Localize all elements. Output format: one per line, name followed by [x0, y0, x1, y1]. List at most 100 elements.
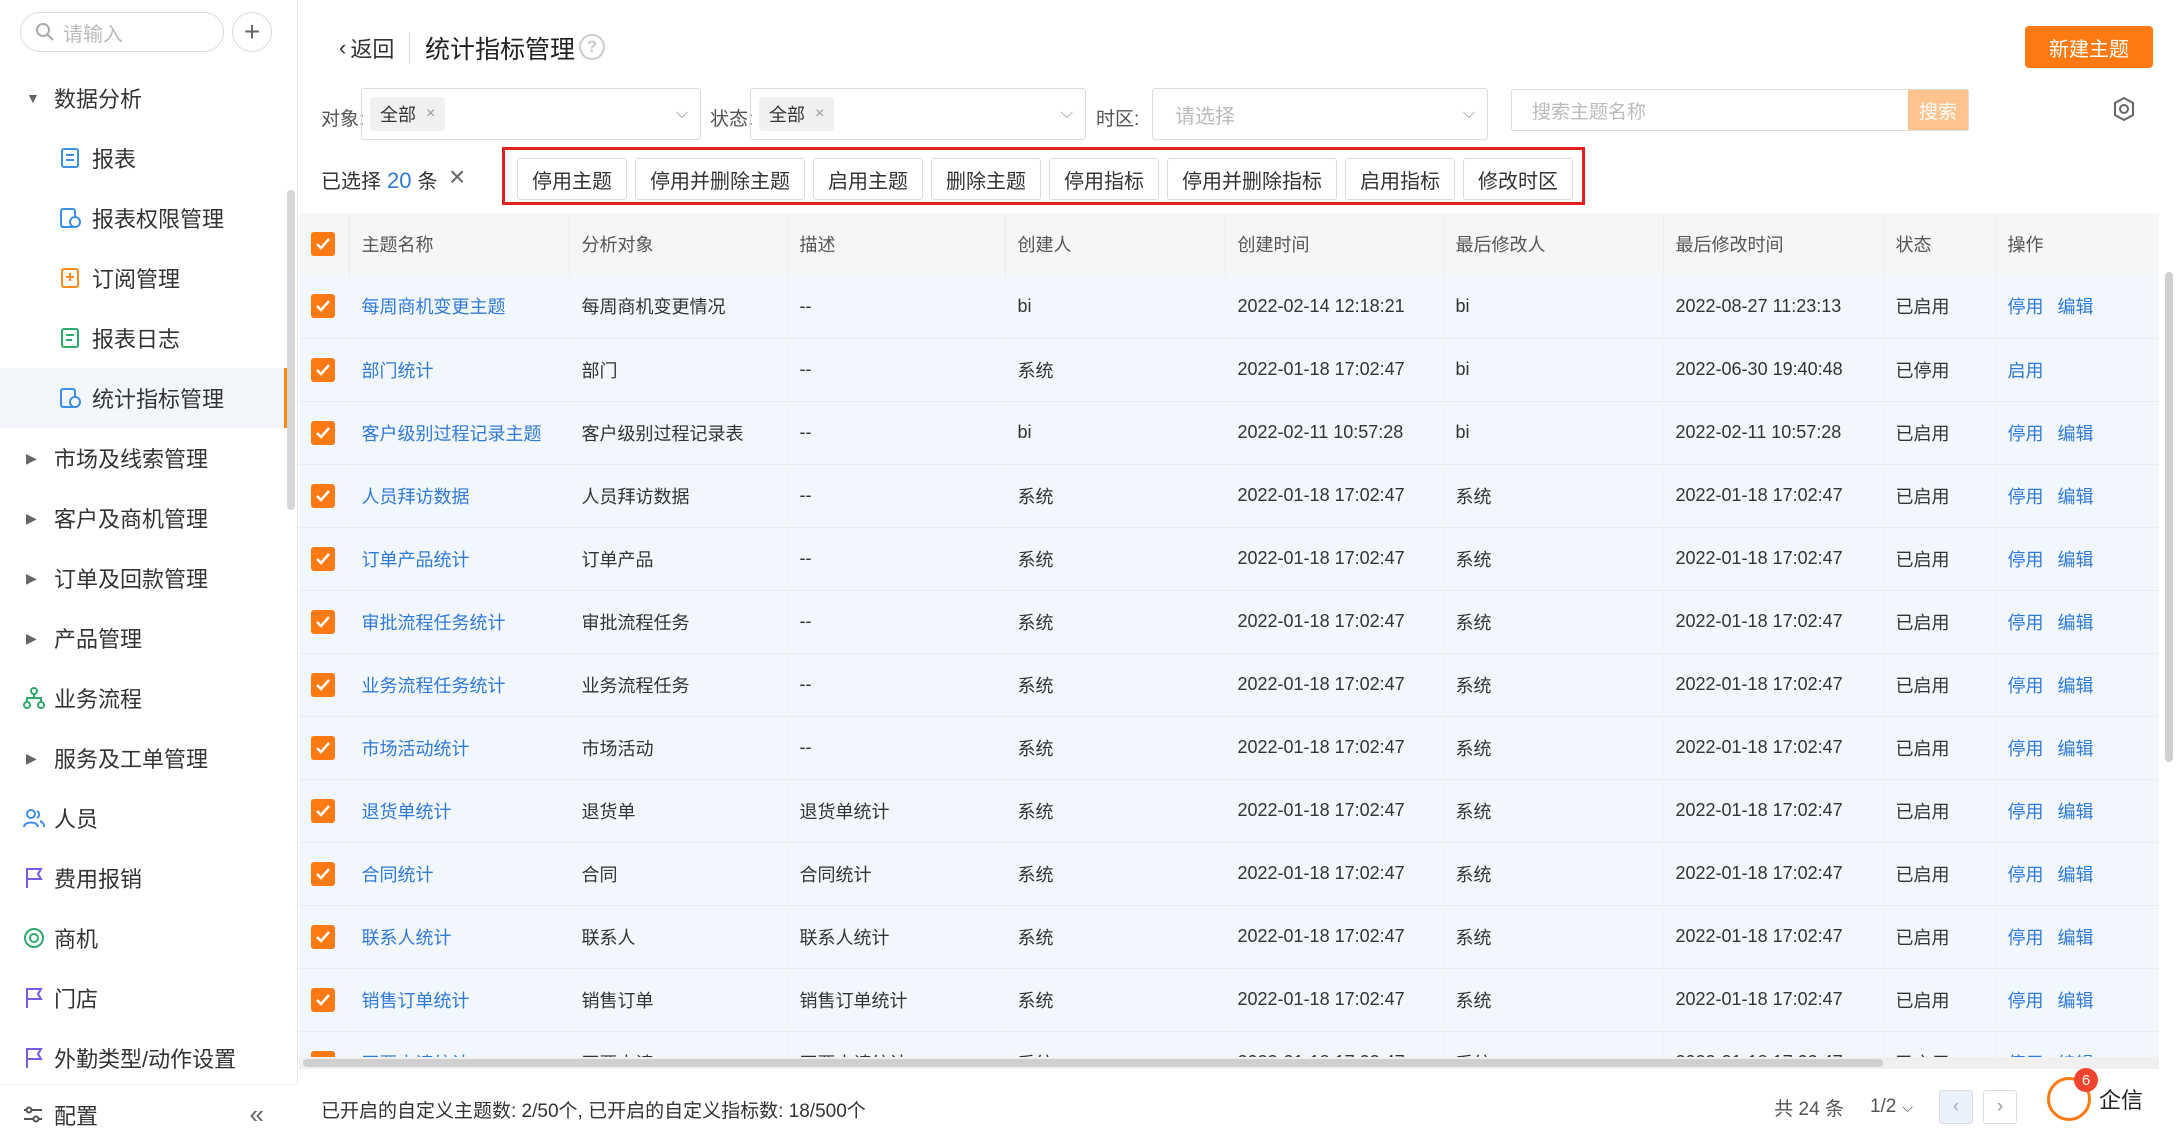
sidebar-item-expense[interactable]: 费用报销 — [0, 848, 288, 908]
help-icon[interactable]: ? — [579, 34, 605, 60]
row-toggle-status-link[interactable]: 停用 — [2008, 991, 2044, 1011]
vertical-scrollbar[interactable] — [2165, 272, 2173, 762]
table-row[interactable]: 退货单统计 退货单 退货单统计 系统 2022-01-18 17:02:47 系统 2022… — [299, 779, 2159, 843]
table-row[interactable]: 部门统计 部门 -- 系统 2022-01-18 17:02:47 bi 2022-06-3… — [299, 338, 2159, 402]
column-header[interactable]: 状态 — [1883, 213, 1996, 275]
theme-name-link[interactable]: 合同统计 — [349, 842, 570, 906]
row-checkbox[interactable] — [311, 798, 335, 823]
back-button[interactable]: ‹ 返回 — [339, 32, 394, 64]
config-button[interactable]: 配置 — [22, 1099, 98, 1131]
disable-theme-button[interactable]: 停用主题 — [517, 158, 627, 200]
theme-name-link[interactable]: 开票申请统计 — [349, 1031, 570, 1058]
sidebar-item-market-leads[interactable]: ▶ 市场及线索管理 — [0, 428, 288, 488]
row-edit-link[interactable]: 编辑 — [2058, 928, 2094, 948]
row-select-cell[interactable] — [299, 842, 350, 906]
row-checkbox[interactable] — [311, 546, 335, 571]
row-checkbox[interactable] — [311, 861, 335, 886]
remove-tag-icon[interactable]: × — [815, 105, 824, 123]
theme-name-link[interactable]: 客户级别过程记录主题 — [349, 401, 570, 465]
row-toggle-status-link[interactable]: 停用 — [2008, 928, 2044, 948]
row-select-cell[interactable] — [299, 1031, 350, 1058]
table-row[interactable]: 市场活动统计 市场活动 -- 系统 2022-01-18 17:02:47 系统 2022-… — [299, 716, 2159, 780]
row-toggle-status-link[interactable]: 停用 — [2008, 865, 2044, 885]
theme-name-link[interactable]: 每周商机变更主题 — [349, 275, 570, 339]
sidebar-item-report-permission[interactable]: 报表权限管理 — [0, 188, 288, 248]
sidebar-item-opportunity[interactable]: 商机 — [0, 908, 288, 968]
row-edit-link[interactable]: 编辑 — [2058, 991, 2094, 1011]
column-header[interactable]: 创建时间 — [1225, 213, 1444, 275]
row-toggle-status-link[interactable]: 停用 — [2008, 297, 2044, 317]
theme-name-link[interactable]: 业务流程任务统计 — [349, 653, 570, 717]
theme-name-link[interactable]: 销售订单统计 — [349, 968, 570, 1032]
row-toggle-status-link[interactable]: 停用 — [2008, 550, 2044, 570]
clear-selection-icon[interactable]: × — [449, 161, 465, 193]
object-filter-select[interactable]: 全部 × ⌵ — [361, 88, 701, 140]
sidebar-item-subscription[interactable]: 订阅管理 — [0, 248, 288, 308]
table-row[interactable]: 销售订单统计 销售订单 销售订单统计 系统 2022-01-18 17:02:47 系统 2… — [299, 968, 2159, 1032]
page-select[interactable]: 1/2 ⌵ — [1870, 1096, 1913, 1118]
status-filter-select[interactable]: 全部 × ⌵ — [750, 88, 1086, 140]
row-edit-link[interactable]: 编辑 — [2058, 739, 2094, 759]
collapse-sidebar-icon[interactable]: « — [250, 1099, 264, 1130]
row-edit-link[interactable]: 编辑 — [2058, 676, 2094, 696]
new-theme-button[interactable]: 新建主题 — [2025, 26, 2153, 68]
disable-delete-theme-button[interactable]: 停用并删除主题 — [635, 158, 805, 200]
chat-widget[interactable]: 6 企信 — [2047, 1062, 2177, 1136]
theme-search-input[interactable]: 搜索主题名称 搜索 — [1511, 89, 1969, 131]
sidebar-item-report-log[interactable]: 报表日志 — [0, 308, 288, 368]
row-checkbox[interactable] — [311, 357, 335, 382]
row-toggle-status-link[interactable]: 停用 — [2008, 613, 2044, 633]
remove-tag-icon[interactable]: × — [426, 105, 435, 123]
settings-icon[interactable] — [2111, 96, 2137, 127]
column-header[interactable]: 操作 — [1995, 213, 2159, 275]
row-edit-link[interactable]: 编辑 — [2058, 550, 2094, 570]
theme-name-link[interactable]: 审批流程任务统计 — [349, 590, 570, 654]
row-checkbox[interactable] — [311, 924, 335, 949]
delete-theme-button[interactable]: 删除主题 — [931, 158, 1041, 200]
row-edit-link[interactable]: 编辑 — [2058, 297, 2094, 317]
sidebar-item-data-analysis[interactable]: ▼ 数据分析 — [0, 68, 288, 128]
sidebar-item-service-ticket[interactable]: ▶ 服务及工单管理 — [0, 728, 288, 788]
add-button[interactable]: + — [232, 12, 272, 52]
select-all-cell[interactable] — [299, 213, 350, 275]
row-select-cell[interactable] — [299, 716, 350, 780]
table-row[interactable]: 订单产品统计 订单产品 -- 系统 2022-01-18 17:02:47 系统 2022-… — [299, 527, 2159, 591]
row-toggle-status-link[interactable]: 启用 — [2008, 361, 2044, 381]
row-select-cell[interactable] — [299, 401, 350, 465]
sidebar-item-field-type[interactable]: 外勤类型/动作设置 — [0, 1028, 288, 1088]
theme-name-link[interactable]: 市场活动统计 — [349, 716, 570, 780]
row-checkbox[interactable] — [311, 294, 335, 319]
table-row[interactable]: 业务流程任务统计 业务流程任务 -- 系统 2022-01-18 17:02:47 系统 2… — [299, 653, 2159, 717]
disable-metric-button[interactable]: 停用指标 — [1049, 158, 1159, 200]
row-checkbox[interactable] — [311, 420, 335, 445]
select-all-checkbox[interactable] — [311, 232, 335, 256]
next-page-button[interactable]: › — [1983, 1090, 2017, 1124]
row-toggle-status-link[interactable]: 停用 — [2008, 487, 2044, 507]
sidebar-item-people[interactable]: 人员 — [0, 788, 288, 848]
prev-page-button[interactable]: ‹ — [1939, 1090, 1973, 1124]
row-checkbox[interactable] — [311, 735, 335, 760]
row-select-cell[interactable] — [299, 590, 350, 654]
table-row[interactable]: 每周商机变更主题 每周商机变更情况 -- bi 2022-02-14 12:18:21 b… — [299, 275, 2159, 339]
table-row[interactable]: 联系人统计 联系人 联系人统计 系统 2022-01-18 17:02:47 系统 2022… — [299, 905, 2159, 969]
row-toggle-status-link[interactable]: 停用 — [2008, 739, 2044, 759]
column-header[interactable]: 创建人 — [1005, 213, 1226, 275]
row-select-cell[interactable] — [299, 905, 350, 969]
row-toggle-status-link[interactable]: 停用 — [2008, 676, 2044, 696]
row-edit-link[interactable]: 编辑 — [2058, 487, 2094, 507]
sidebar-item-customer-opportunity[interactable]: ▶ 客户及商机管理 — [0, 488, 288, 548]
sidebar-item-workflow[interactable]: 业务流程 — [0, 668, 288, 728]
row-edit-link[interactable]: 编辑 — [2058, 865, 2094, 885]
column-header[interactable]: 描述 — [787, 213, 1006, 275]
sidebar-item-product[interactable]: ▶ 产品管理 — [0, 608, 288, 668]
row-select-cell[interactable] — [299, 527, 350, 591]
theme-name-link[interactable]: 人员拜访数据 — [349, 464, 570, 528]
row-select-cell[interactable] — [299, 338, 350, 402]
sidebar-scrollbar[interactable] — [287, 190, 295, 510]
theme-name-link[interactable]: 订单产品统计 — [349, 527, 570, 591]
disable-delete-metric-button[interactable]: 停用并删除指标 — [1167, 158, 1337, 200]
sidebar-item-order-payment[interactable]: ▶ 订单及回款管理 — [0, 548, 288, 608]
row-edit-link[interactable]: 编辑 — [2058, 613, 2094, 633]
column-header[interactable]: 最后修改人 — [1443, 213, 1664, 275]
timezone-filter-select[interactable]: 请选择 ⌵ — [1152, 88, 1488, 140]
